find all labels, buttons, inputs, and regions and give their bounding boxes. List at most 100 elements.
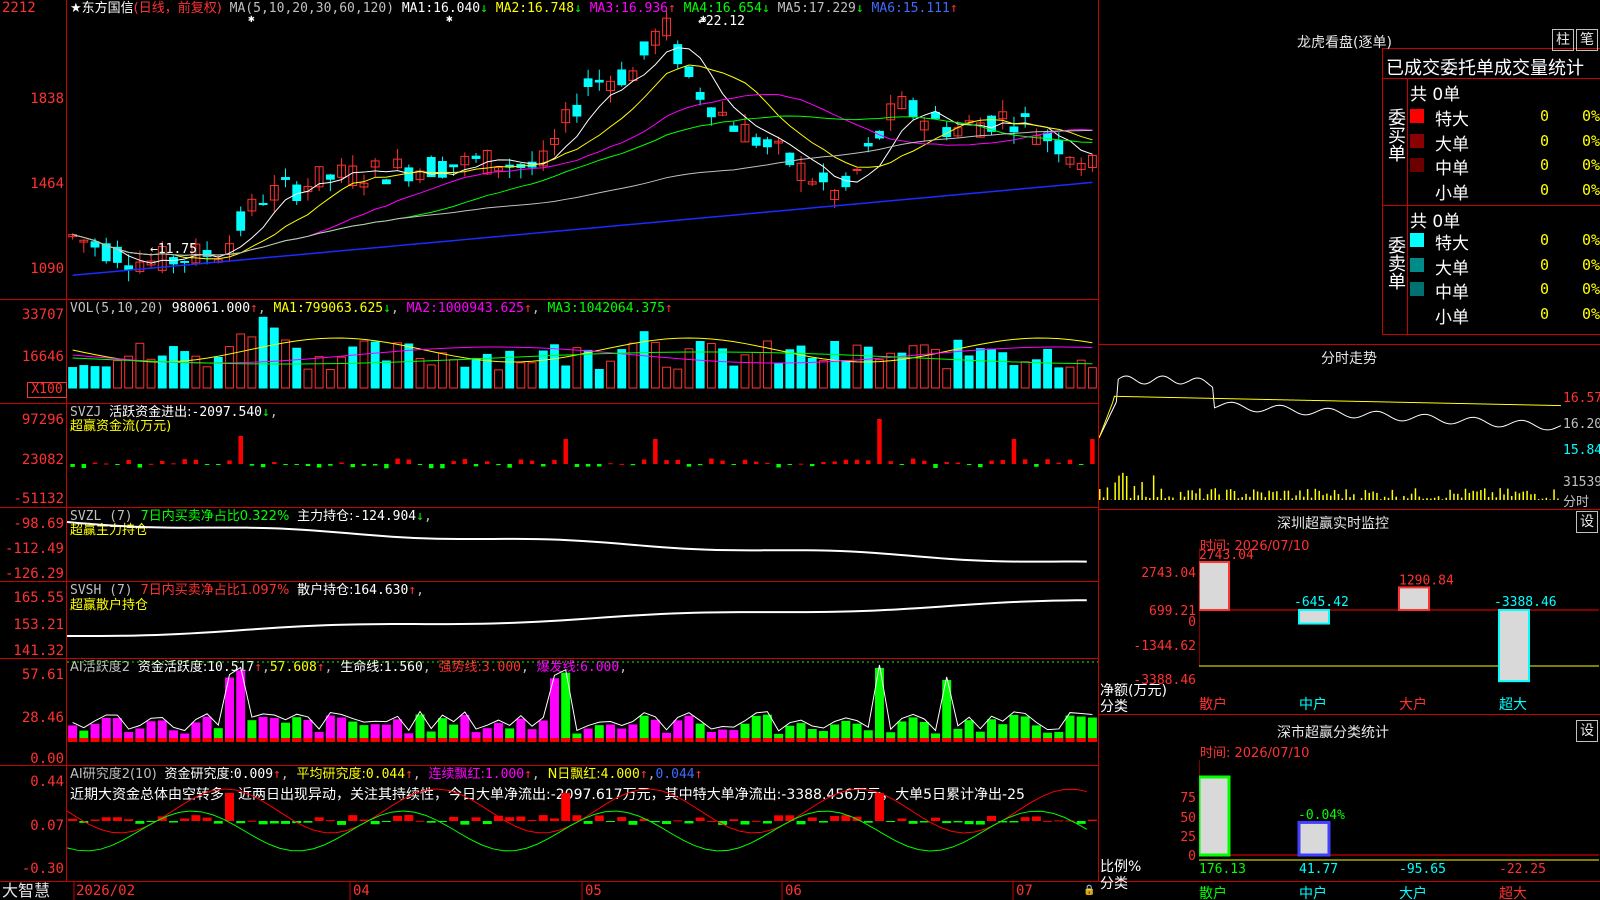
flow-bar [193,459,199,464]
candle-body [124,265,134,270]
flow-bar [81,464,87,469]
order-count: 0 [1540,255,1550,274]
activity-base [751,738,761,742]
activity-base [830,738,840,742]
volume-bar [841,360,851,389]
volume-bar [538,350,548,389]
money-flow-chart[interactable] [67,404,1098,507]
order-type: 大单 [1435,134,1469,155]
activity-base [168,738,178,742]
intraday-vol-bar [1341,498,1344,500]
activity-chart[interactable] [67,659,1098,765]
volume-bar [325,368,335,389]
intraday-vol-bar [1299,490,1301,500]
monitor-bar [1298,609,1330,625]
buy-orders-label: 委买单 [1385,108,1406,162]
intraday-vol-bar [1149,498,1151,500]
monitor-bar [1199,560,1230,611]
intraday-vol-bar [1233,490,1236,500]
candle-body [583,78,593,87]
intraday-vol-bar [1137,495,1139,500]
activity-base [942,738,952,742]
volume-bar [718,348,728,389]
research-bar [213,821,223,824]
intraday-vol-bar [1160,488,1163,500]
activity-base [684,738,694,742]
intraday-vol-bar [1322,495,1324,500]
volume-chart[interactable] [67,300,1098,403]
class-bar [1297,820,1331,857]
flow-bar [686,464,692,467]
intraday-vol-bar [1122,472,1124,500]
activity-base [303,738,313,742]
volume-bar [482,353,492,389]
intraday-vol-bar [1410,493,1413,500]
flow-bar [518,459,524,464]
class-bar-chart[interactable]: 176.13 散户 41.77 中户 -95.65 大户 -22.25 超大 [1199,760,1599,900]
lock-icon[interactable]: 🔒 [1083,885,1095,896]
activity-base [146,738,156,742]
flow-bar [507,464,512,468]
flow-bar [182,459,187,464]
flow-bar [541,464,546,467]
research-bar [404,815,414,821]
activity-base [931,738,940,742]
research-chart[interactable] [67,766,1098,882]
volume-bar [695,341,705,389]
settings-button[interactable]: 设 [1576,720,1598,742]
activity-base [247,738,257,742]
retail-chart[interactable] [67,582,1098,658]
bar-value: 2743.04 [1199,548,1254,563]
intraday-vol-bar [1387,497,1390,500]
intraday-vol-bar [1345,489,1347,500]
class-value: -95.65 [1399,862,1446,877]
candle-body [1054,140,1064,155]
y-tick: 153.21 [13,617,64,633]
settings-button[interactable]: 设 [1576,511,1598,533]
volume-bar [202,366,212,389]
intraday-vol-bar [1295,495,1297,500]
volume-bar [460,366,470,389]
order-type: 大单 [1435,258,1469,279]
intraday-vol-bar [1264,497,1267,500]
research-bar [482,821,492,825]
activity-base [1076,738,1086,742]
candle-body [785,152,795,166]
vol-unit-badge[interactable]: X100 [27,382,67,398]
order-pct: 0% [1582,255,1600,274]
stats-tab[interactable]: 已成交委托单成交量统计 [1386,54,1600,80]
intraday-chart[interactable] [1099,368,1561,508]
monitor-bar-chart[interactable]: 2743.04 散户 -645.42 中户 1290.84 大户 -3388.46 超大 [1199,548,1599,714]
candlestick-chart[interactable] [67,0,1098,299]
activity-base [572,738,582,742]
main-force-chart[interactable] [67,508,1098,581]
intraday-vol-bar [1453,493,1455,500]
intraday-vol-bar [1522,491,1524,500]
class-category: 大户 [1399,885,1427,900]
activity-base [841,738,851,742]
y-tick: -112.49 [4,541,64,557]
y-tick: 75 [1180,791,1196,806]
flow-bar [742,459,748,464]
bar-mode-button[interactable]: 柱 [1552,29,1574,51]
y-tick: 0.44 [30,774,64,790]
flow-bar [294,464,299,465]
research-bar [830,816,840,821]
volume-bar [314,356,324,389]
flow-bar [854,459,860,464]
intraday-vol-bar [1407,498,1409,500]
intraday-vol-bar [1318,490,1320,500]
candle-body [258,203,268,206]
activity-base [774,738,784,742]
intraday-vol-bar [1383,496,1386,500]
y-tick: 33707 [21,307,64,323]
research-bar [561,793,571,821]
flow-bar [238,436,243,464]
order-type: 小单 [1435,307,1469,328]
intraday-vol-bar [1541,498,1544,500]
research-bar [236,821,246,824]
tick-mode-button[interactable]: 笔 [1576,29,1598,51]
research-bar [662,821,672,825]
retail-line [67,599,1087,638]
flow-bar [496,464,501,466]
